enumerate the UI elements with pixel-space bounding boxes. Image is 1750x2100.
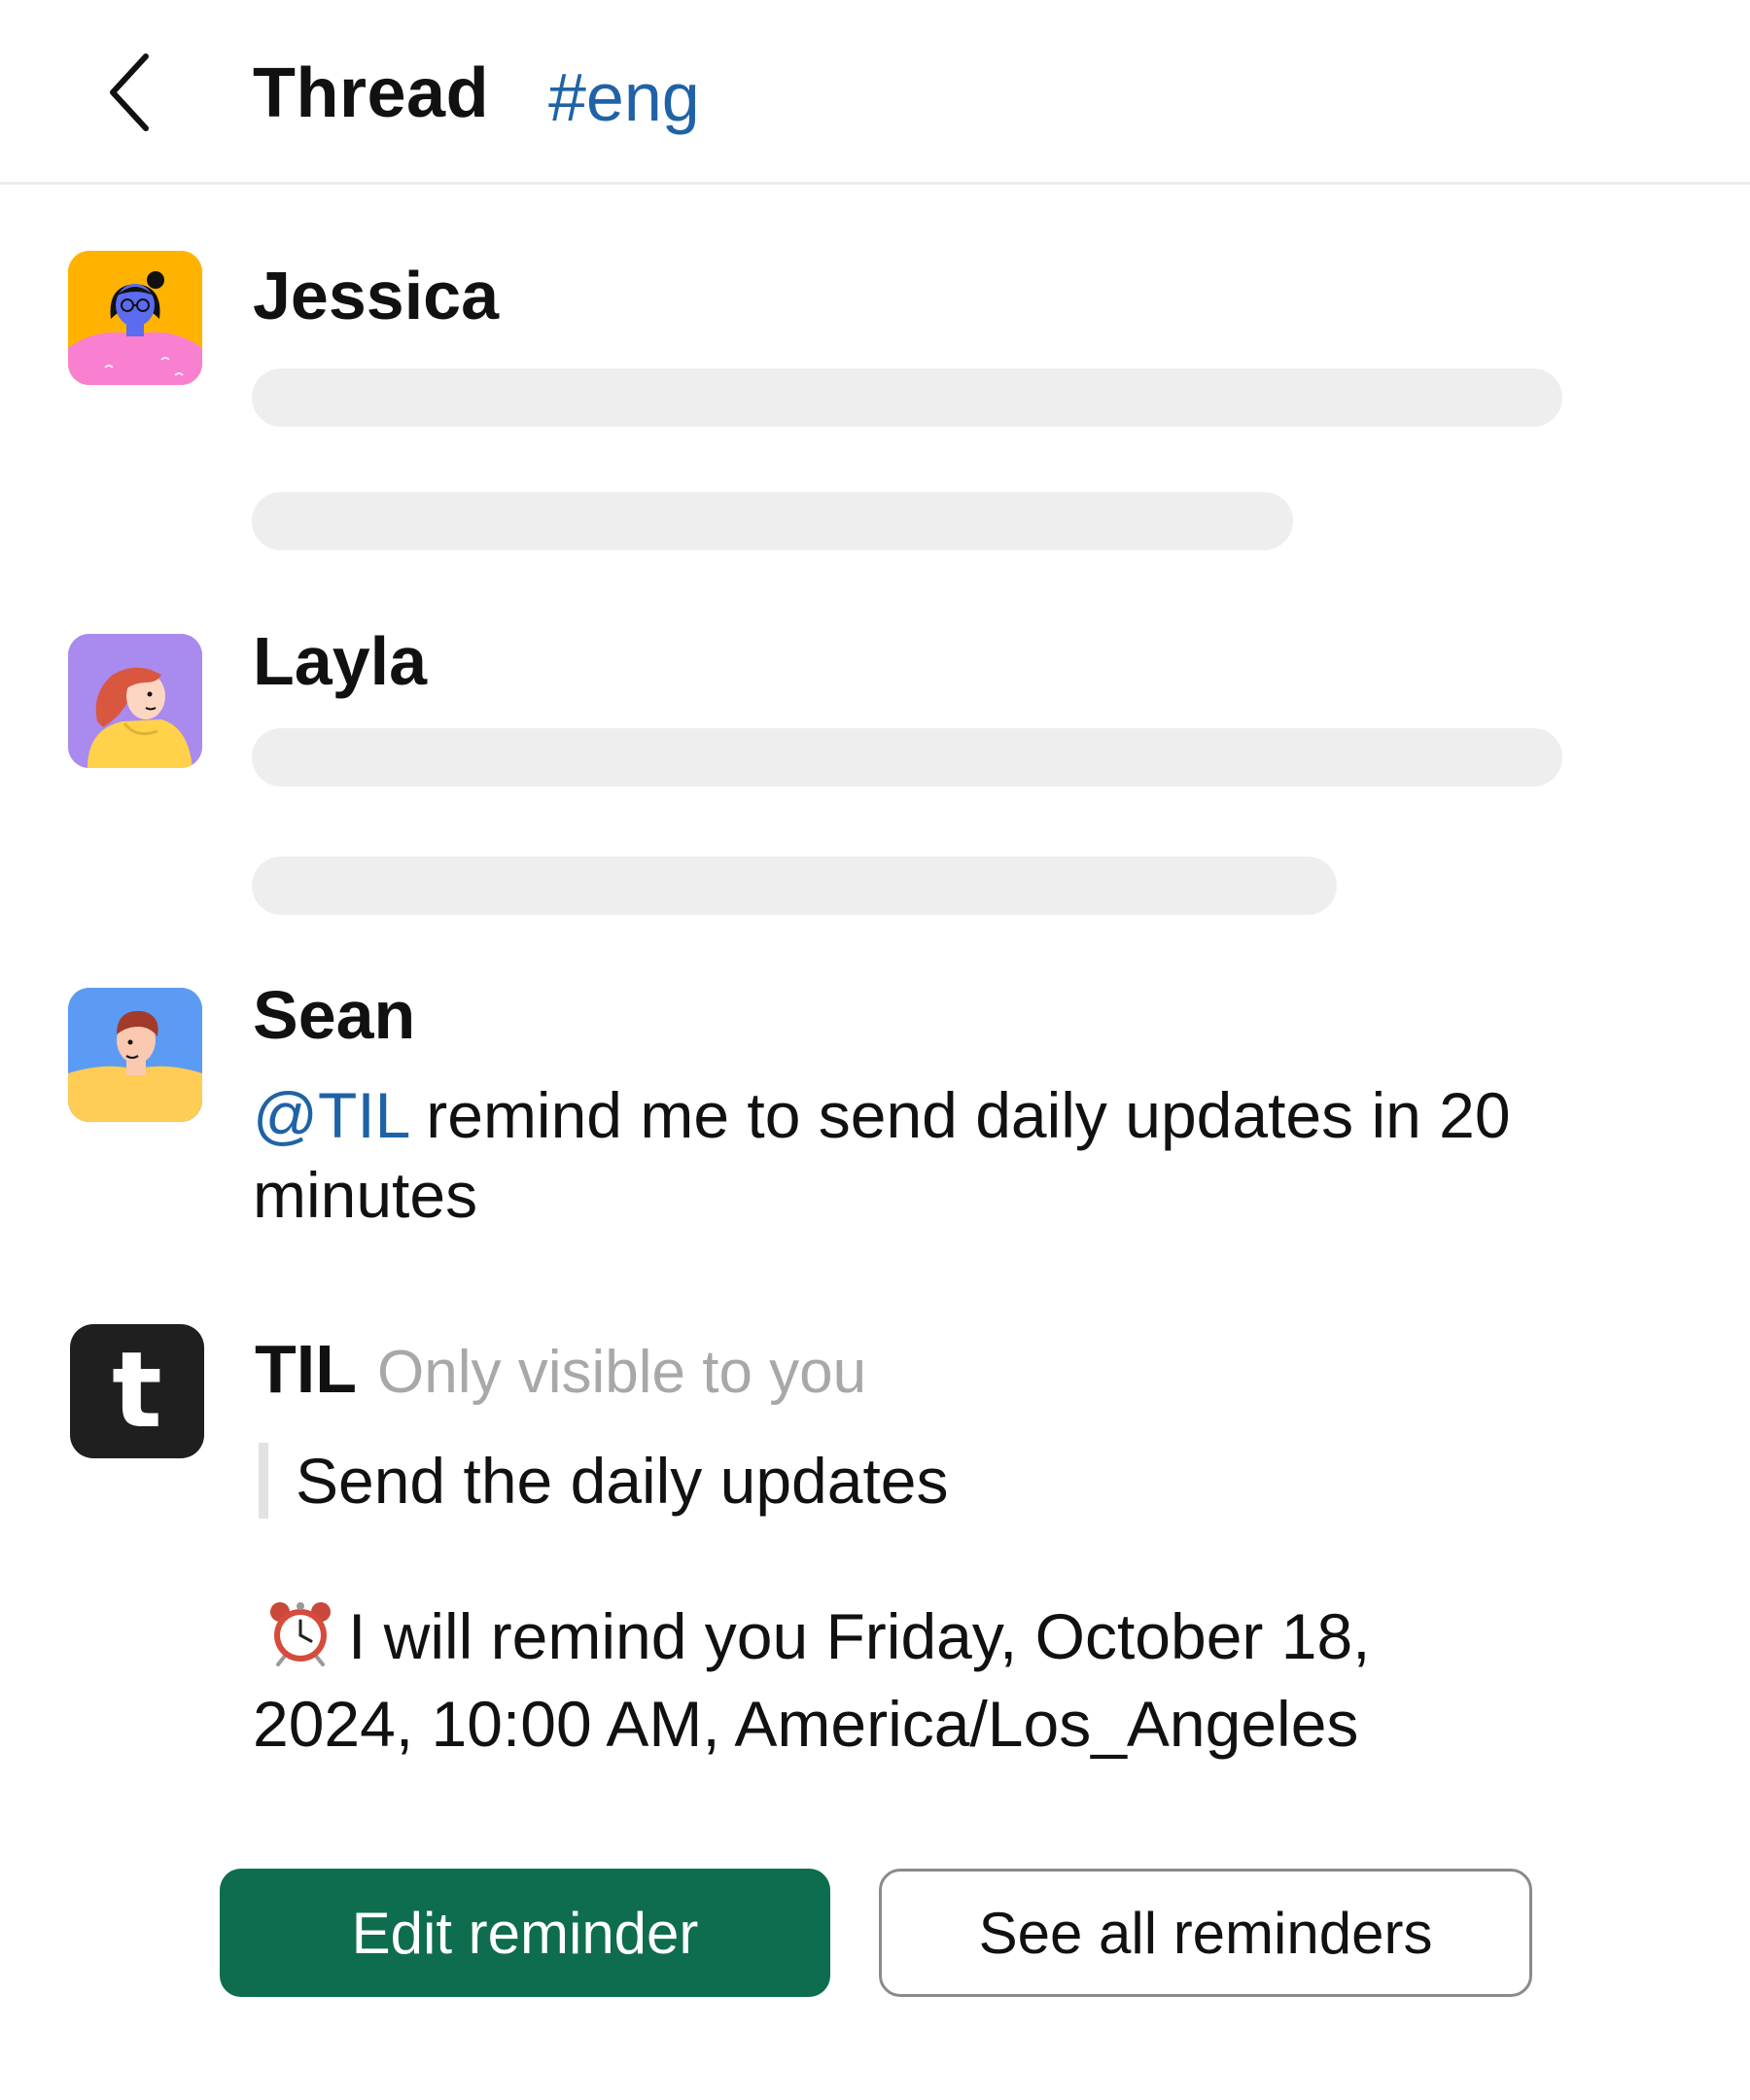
reminder-confirmation: I will remind you Friday, October 18, 20… [253, 1596, 1517, 1764]
til-app-logo[interactable]: t [70, 1324, 204, 1458]
reminder-text: I will remind you Friday, October 18, 20… [253, 1600, 1371, 1760]
channel-link[interactable]: #eng [548, 54, 700, 140]
edit-reminder-button[interactable]: Edit reminder [220, 1869, 830, 1997]
message-body: remind me to send daily updates in 20 mi… [253, 1079, 1511, 1231]
loading-placeholder-line [252, 857, 1337, 915]
loading-placeholder-line [252, 368, 1562, 427]
author-name[interactable]: Sean [253, 974, 415, 1056]
reminder-quote: Send the daily updates [296, 1445, 949, 1517]
alarm-clock-icon [266, 1596, 334, 1684]
loading-placeholder-line [252, 728, 1562, 787]
author-name[interactable]: TIL [255, 1328, 357, 1410]
back-button[interactable] [86, 39, 179, 146]
til-logo-letter: t [112, 1330, 162, 1452]
author-name[interactable]: Layla [253, 620, 427, 702]
quote-bar [259, 1443, 268, 1519]
message-text: @TIL remind me to send daily updates in … [253, 1075, 1633, 1235]
chevron-left-icon [110, 53, 149, 131]
see-all-reminders-button[interactable]: See all reminders [879, 1869, 1532, 1997]
avatar-layla[interactable] [68, 634, 202, 768]
mention-link[interactable]: @TIL [253, 1079, 408, 1151]
author-name[interactable]: Jessica [253, 255, 499, 336]
avatar-jessica[interactable] [68, 251, 202, 385]
avatar-sean[interactable] [68, 988, 202, 1122]
page-title: Thread [253, 54, 490, 132]
thread-header: Thread #eng [0, 0, 1750, 185]
loading-placeholder-line [252, 492, 1293, 550]
visibility-note: Only visible to you [377, 1339, 867, 1406]
